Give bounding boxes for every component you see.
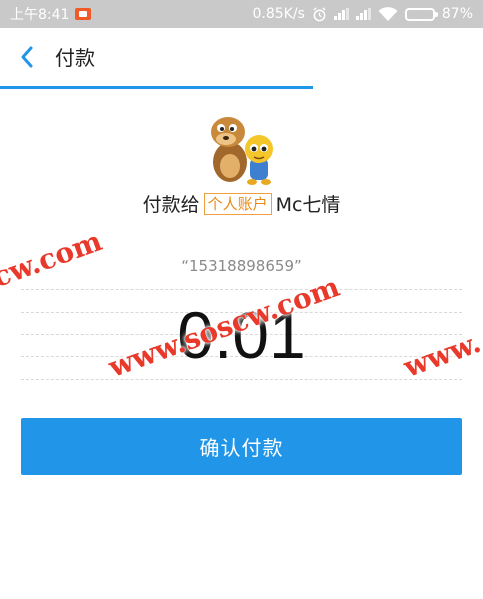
personal-account-badge: 个人账户	[203, 192, 272, 215]
amount-area: 0.01	[21, 287, 462, 381]
amount-value: 0.01	[177, 298, 306, 372]
recording-icon	[75, 8, 92, 20]
status-time: 上午8:41	[10, 7, 70, 23]
payee-account: “15318898659”	[181, 257, 302, 275]
back-button[interactable]	[12, 42, 42, 72]
wifi-icon	[378, 6, 398, 21]
title-bar: 付款	[0, 28, 483, 86]
alarm-icon	[313, 6, 326, 21]
avatar	[211, 117, 273, 185]
confirm-payment-button[interactable]: 确认付款	[21, 418, 462, 475]
divider	[21, 289, 462, 290]
signal-icon	[355, 8, 371, 20]
chevron-left-icon	[21, 46, 33, 68]
payee-prefix: 付款给	[142, 194, 200, 216]
divider	[21, 379, 462, 380]
page-title: 付款	[55, 46, 95, 70]
signal-icon	[333, 8, 349, 20]
status-bar: 上午8:41 0.85K/s 87%	[0, 0, 483, 28]
battery-icon	[404, 7, 438, 21]
battery-level: 87%	[441, 6, 473, 22]
payee-line: 付款给 个人账户 Mc七情	[0, 190, 483, 217]
payee-name: Mc七情	[275, 194, 341, 216]
title-underline	[0, 86, 313, 89]
network-speed: 0.85K/s	[252, 6, 305, 22]
